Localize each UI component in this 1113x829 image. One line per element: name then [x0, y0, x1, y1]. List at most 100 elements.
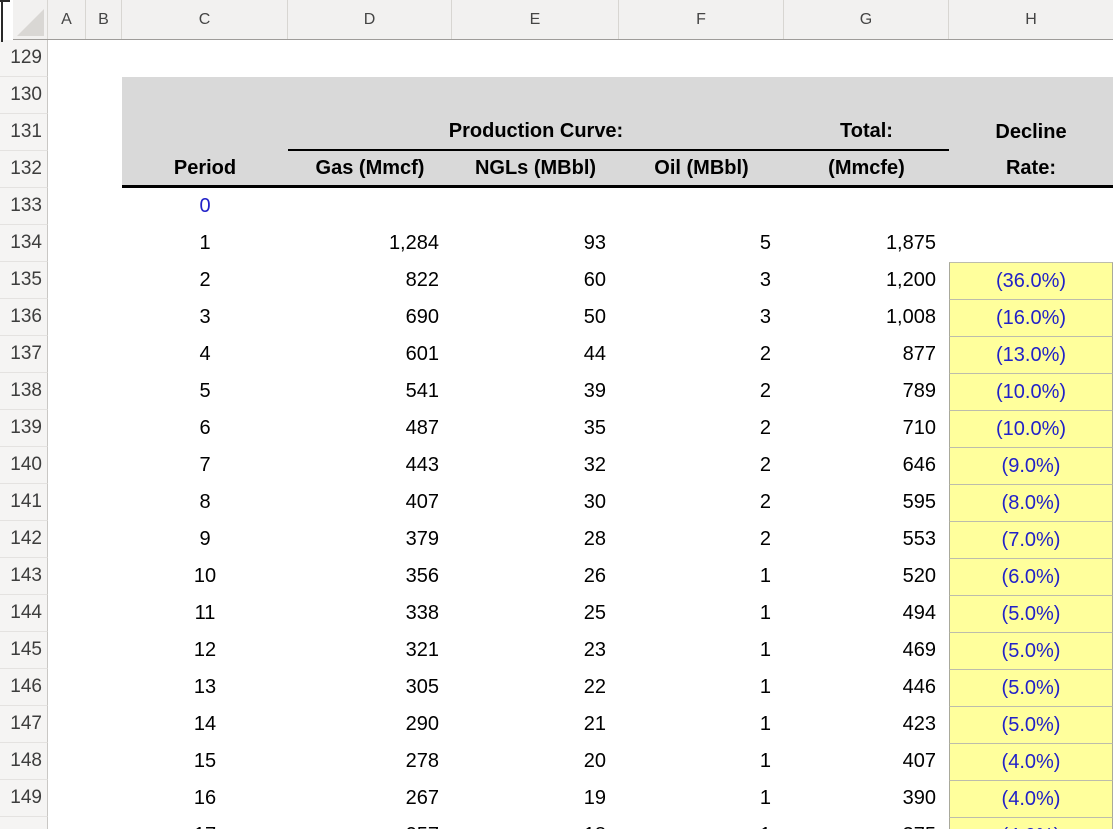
column-header-h[interactable]: H	[949, 0, 1113, 39]
cell-oil[interactable]: 1	[619, 743, 784, 780]
row-header[interactable]: 141	[0, 484, 48, 521]
cell-oil[interactable]: 2	[619, 521, 784, 558]
empty-cells[interactable]	[48, 780, 122, 817]
header-total-unit[interactable]: (Mmcfe)	[784, 151, 949, 188]
cell-ngls[interactable]: 26	[452, 558, 619, 595]
cell-period[interactable]: 0	[122, 188, 288, 225]
empty-cells[interactable]	[48, 151, 122, 188]
row-header[interactable]: 138	[0, 373, 48, 410]
column-header-b[interactable]: B	[86, 0, 122, 39]
cell-total[interactable]: 646	[784, 447, 949, 484]
row-header[interactable]: 139	[0, 410, 48, 447]
empty-cells[interactable]	[48, 410, 122, 447]
empty-cells[interactable]	[48, 817, 122, 829]
empty-cells[interactable]	[48, 521, 122, 558]
cell-decline[interactable]: (9.0%)	[949, 447, 1113, 484]
header-oil[interactable]: Oil (MBbl)	[619, 151, 784, 188]
cell-period[interactable]: 5	[122, 373, 288, 410]
cell-ngls[interactable]: 18	[452, 817, 619, 829]
header-total[interactable]: Total:	[784, 114, 949, 151]
cell-ngls[interactable]: 28	[452, 521, 619, 558]
header-period[interactable]: Period	[122, 151, 288, 188]
cell-gas[interactable]: 305	[288, 669, 452, 706]
row-header[interactable]: 140	[0, 447, 48, 484]
header-production-curve[interactable]: Production Curve:	[288, 114, 784, 151]
cell-oil[interactable]: 1	[619, 706, 784, 743]
empty-cells[interactable]	[48, 447, 122, 484]
cell-gas[interactable]: 822	[288, 262, 452, 299]
cell-decline[interactable]: (16.0%)	[949, 299, 1113, 336]
cell-oil[interactable]: 1	[619, 780, 784, 817]
cell-period[interactable]: 11	[122, 595, 288, 632]
cell-ngls[interactable]: 50	[452, 299, 619, 336]
cell-decline[interactable]: (5.0%)	[949, 632, 1113, 669]
empty-cells[interactable]	[48, 225, 122, 262]
row-header[interactable]: 133	[0, 188, 48, 225]
empty-cells[interactable]	[48, 558, 122, 595]
cell-decline[interactable]: (4.0%)	[949, 817, 1113, 829]
column-header-c[interactable]: C	[122, 0, 288, 39]
cell-total[interactable]: 553	[784, 521, 949, 558]
cell-gas[interactable]: 267	[288, 780, 452, 817]
cell-period[interactable]: 15	[122, 743, 288, 780]
row-header[interactable]: 148	[0, 743, 48, 780]
cell-gas[interactable]: 278	[288, 743, 452, 780]
row-header[interactable]: 130	[0, 77, 48, 114]
cell-total[interactable]: 494	[784, 595, 949, 632]
empty-cells[interactable]	[48, 188, 122, 225]
row-header[interactable]: 143	[0, 558, 48, 595]
row-header[interactable]: 142	[0, 521, 48, 558]
row-header[interactable]: 149	[0, 780, 48, 817]
cell-ngls[interactable]: 32	[452, 447, 619, 484]
cell-ngls[interactable]: 20	[452, 743, 619, 780]
cell-ngls[interactable]: 35	[452, 410, 619, 447]
cell-gas[interactable]: 1,284	[288, 225, 452, 262]
cell-decline[interactable]: (4.0%)	[949, 743, 1113, 780]
cell-total[interactable]: 520	[784, 558, 949, 595]
cell-ngls[interactable]: 30	[452, 484, 619, 521]
cell-ngls[interactable]: 21	[452, 706, 619, 743]
cell-ngls[interactable]: 44	[452, 336, 619, 373]
cell-total[interactable]: 1,875	[784, 225, 949, 262]
cell-period[interactable]: 4	[122, 336, 288, 373]
cell-oil[interactable]: 1	[619, 817, 784, 829]
empty-cells[interactable]	[48, 484, 122, 521]
cell-gas[interactable]: 257	[288, 817, 452, 829]
column-header-f[interactable]: F	[619, 0, 784, 39]
cell-ngls[interactable]: 93	[452, 225, 619, 262]
empty-cells[interactable]	[48, 669, 122, 706]
cell-decline[interactable]: (4.0%)	[949, 780, 1113, 817]
cell-decline[interactable]	[949, 225, 1113, 262]
row-header[interactable]	[0, 817, 48, 829]
cell-period[interactable]: 3	[122, 299, 288, 336]
cell-total[interactable]	[784, 188, 949, 225]
row-header[interactable]: 137	[0, 336, 48, 373]
cell-oil[interactable]: 1	[619, 632, 784, 669]
cell-gas[interactable]: 443	[288, 447, 452, 484]
row-header[interactable]: 145	[0, 632, 48, 669]
cell-gas[interactable]	[288, 188, 452, 225]
cell-period[interactable]: 14	[122, 706, 288, 743]
cell-total[interactable]: 407	[784, 743, 949, 780]
cell-total[interactable]: 710	[784, 410, 949, 447]
cell-gas[interactable]: 601	[288, 336, 452, 373]
header-decline[interactable]: Decline	[949, 114, 1113, 151]
empty-cells[interactable]	[48, 632, 122, 669]
empty-cells[interactable]	[48, 743, 122, 780]
cell-oil[interactable]: 5	[619, 225, 784, 262]
empty-cells[interactable]	[48, 373, 122, 410]
cell-decline[interactable]: (7.0%)	[949, 521, 1113, 558]
row-header[interactable]: 135	[0, 262, 48, 299]
cell-total[interactable]: 789	[784, 373, 949, 410]
column-header-e[interactable]: E	[452, 0, 619, 39]
cell-period[interactable]: 8	[122, 484, 288, 521]
cell-gas[interactable]: 321	[288, 632, 452, 669]
cell-oil[interactable]: 3	[619, 262, 784, 299]
band-cells[interactable]	[122, 77, 1113, 114]
cell-ngls[interactable]	[452, 188, 619, 225]
cell-decline[interactable]	[949, 188, 1113, 225]
empty-cells[interactable]	[48, 706, 122, 743]
cell-total[interactable]: 1,008	[784, 299, 949, 336]
row-header[interactable]: 129	[0, 40, 48, 77]
cell-period[interactable]: 2	[122, 262, 288, 299]
